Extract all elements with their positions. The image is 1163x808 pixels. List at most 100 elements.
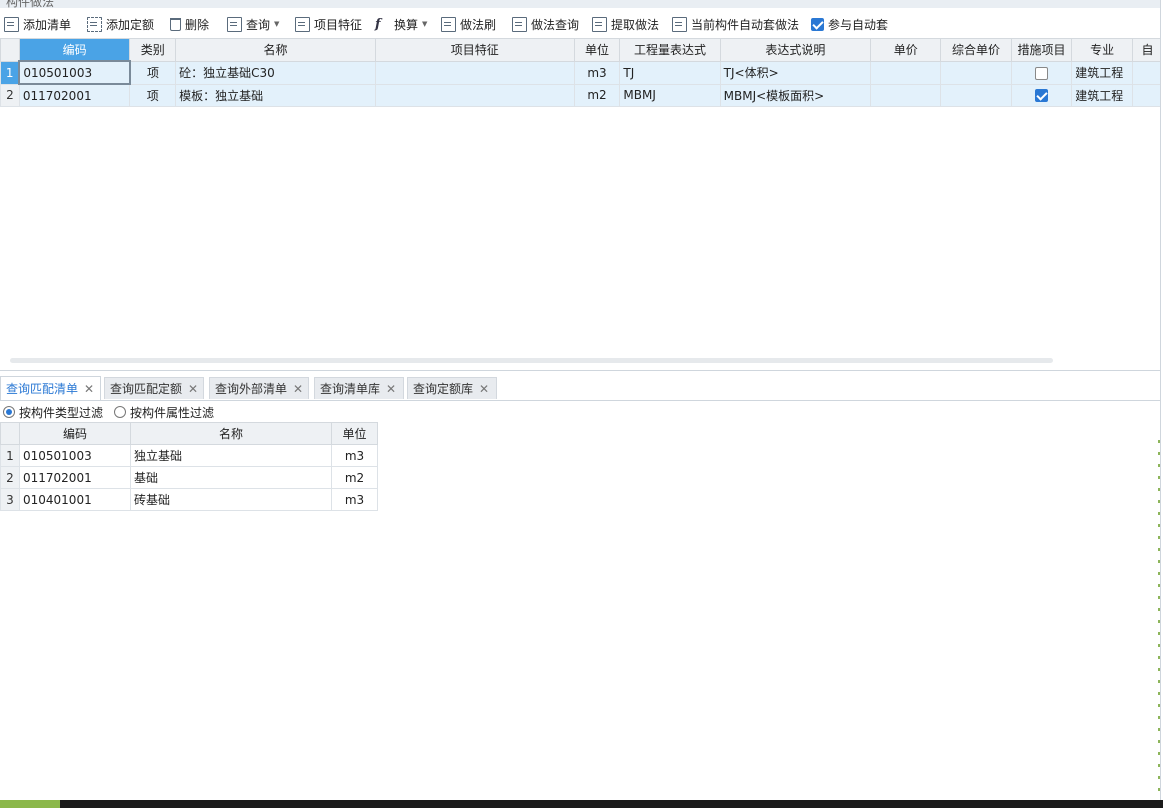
current-auto-set-label: 当前构件自动套做法 <box>691 17 800 32</box>
cell-code[interactable]: 010401001 <box>19 488 131 511</box>
current-auto-set-button[interactable]: 当前构件自动套做法 <box>672 14 799 34</box>
cell-extra[interactable] <box>1132 83 1163 107</box>
query-dropdown-button[interactable]: 查询 ▼ <box>227 14 279 34</box>
row-number[interactable]: 3 <box>0 488 20 511</box>
column-header-feature[interactable]: 项目特征 <box>374 38 575 62</box>
filter-by-type-radio[interactable]: 按构件类型过滤 <box>3 404 103 421</box>
cell-name[interactable]: 模板：独立基础 <box>175 83 376 107</box>
cell-expr-desc[interactable]: MBMJ<模板面积> <box>719 83 872 107</box>
checkbox-unchecked-icon[interactable] <box>1034 66 1048 80</box>
column-header-total-price[interactable]: 综合单价 <box>940 38 1012 62</box>
cell-measure[interactable] <box>1010 60 1073 85</box>
column-header-extra[interactable]: 自 <box>1132 38 1163 62</box>
tab-quota-library[interactable]: 查询定额库 ✕ <box>407 377 497 399</box>
corner-cell[interactable] <box>0 38 20 62</box>
cell-name[interactable]: 砖基础 <box>130 488 332 511</box>
cell-name[interactable]: 基础 <box>130 466 332 489</box>
tab-divider <box>0 400 1163 401</box>
tab-match-quota[interactable]: 查询匹配定额 ✕ <box>104 377 204 399</box>
cell-feature[interactable] <box>374 60 575 85</box>
close-icon[interactable]: ✕ <box>479 382 489 396</box>
column-header-unit[interactable]: 单位 <box>331 422 378 445</box>
filter-by-attr-radio[interactable]: 按构件属性过滤 <box>114 404 214 421</box>
tab-external-list[interactable]: 查询外部清单 ✕ <box>209 377 309 399</box>
cell-type[interactable]: 项 <box>129 60 177 85</box>
delete-button[interactable]: 删除 <box>170 14 209 34</box>
method-query-button[interactable]: 做法查询 <box>512 14 579 34</box>
cell-price[interactable] <box>870 83 942 107</box>
panel-title: 构件做法 <box>0 0 1163 8</box>
close-icon[interactable]: ✕ <box>84 382 94 396</box>
cell-code[interactable]: 010501003 <box>19 444 131 467</box>
column-header-unit[interactable]: 单位 <box>573 38 621 62</box>
cell-name[interactable]: 砼：独立基础C30 <box>175 60 376 85</box>
cell-major[interactable]: 建筑工程 <box>1071 60 1134 85</box>
cell-measure[interactable] <box>1010 83 1073 107</box>
convert-dropdown-button[interactable]: f 换算 ▼ <box>375 14 427 34</box>
cell-unit[interactable]: m3 <box>331 488 378 511</box>
column-header-measure[interactable]: 措施项目 <box>1010 38 1073 62</box>
function-icon: f <box>375 16 381 32</box>
query-tabs: 查询匹配清单 ✕ 查询匹配定额 ✕ 查询外部清单 ✕ 查询清单库 ✕ 查询定额库 ✕ <box>0 370 1163 403</box>
cell-feature[interactable] <box>374 83 575 107</box>
row-number[interactable]: 1 <box>0 60 20 85</box>
close-icon[interactable]: ✕ <box>293 382 303 396</box>
cell-major[interactable]: 建筑工程 <box>1071 83 1134 107</box>
table-row[interactable]: 2 011702001 基础 m2 <box>0 466 378 489</box>
add-list-button[interactable]: 添加清单 <box>4 14 71 34</box>
cell-expr-desc[interactable]: TJ<体积> <box>719 60 872 85</box>
cad-gridline <box>1158 440 1160 800</box>
corner-cell[interactable] <box>0 422 20 445</box>
cell-total-price[interactable] <box>940 83 1012 107</box>
table-row[interactable]: 3 010401001 砖基础 m3 <box>0 488 378 511</box>
column-header-code[interactable]: 编码 <box>18 38 131 62</box>
horizontal-scrollbar[interactable] <box>10 358 1053 363</box>
row-number[interactable]: 2 <box>0 83 20 107</box>
item-feature-label: 项目特征 <box>314 17 363 32</box>
item-feature-button[interactable]: 项目特征 <box>295 14 362 34</box>
cell-code[interactable]: 010501003 <box>18 60 131 85</box>
column-header-name[interactable]: 名称 <box>175 38 376 62</box>
row-number[interactable]: 2 <box>0 466 20 489</box>
method-brush-button[interactable]: 做法刷 <box>441 14 496 34</box>
close-icon[interactable]: ✕ <box>386 382 396 396</box>
cell-total-price[interactable] <box>940 60 1012 85</box>
add-quota-button[interactable]: 添加定额 <box>87 14 154 34</box>
tab-match-list[interactable]: 查询匹配清单 ✕ <box>0 376 101 400</box>
tab-label: 查询定额库 <box>413 382 474 396</box>
cell-expr[interactable]: TJ <box>619 60 721 85</box>
cell-name[interactable]: 独立基础 <box>130 444 332 467</box>
table-row[interactable]: 2 011702001 项 模板：独立基础 m2 MBMJ MBMJ<模板面积>… <box>0 83 1163 107</box>
row-number[interactable]: 1 <box>0 444 20 467</box>
column-header-name[interactable]: 名称 <box>130 422 332 445</box>
trash-icon <box>170 17 181 31</box>
brush-icon <box>441 16 456 32</box>
cell-code[interactable]: 011702001 <box>19 466 131 489</box>
cell-expr[interactable]: MBMJ <box>619 83 721 107</box>
chevron-down-icon: ▼ <box>274 20 280 28</box>
tab-list-library[interactable]: 查询清单库 ✕ <box>314 377 404 399</box>
table-row[interactable]: 1 010501003 独立基础 m3 <box>0 444 378 467</box>
column-header-type[interactable]: 类别 <box>129 38 177 62</box>
table-row[interactable]: 1 010501003 项 砼：独立基础C30 m3 TJ TJ<体积> 建筑工… <box>0 60 1163 85</box>
column-header-expr-desc[interactable]: 表达式说明 <box>719 38 872 62</box>
column-header-price[interactable]: 单价 <box>870 38 942 62</box>
cell-code[interactable]: 011702001 <box>18 83 131 107</box>
join-auto-set-checkbox[interactable]: 参与自动套 <box>811 14 888 34</box>
tab-label: 查询外部清单 <box>215 382 288 396</box>
radio-selected-icon <box>3 406 15 418</box>
cell-price[interactable] <box>870 60 942 85</box>
column-header-major[interactable]: 专业 <box>1071 38 1134 62</box>
close-icon[interactable]: ✕ <box>188 382 198 396</box>
cell-unit[interactable]: m3 <box>331 444 378 467</box>
column-header-expr[interactable]: 工程量表达式 <box>619 38 721 62</box>
extract-method-button[interactable]: 提取做法 <box>592 14 659 34</box>
cell-type[interactable]: 项 <box>129 83 177 107</box>
join-auto-set-label: 参与自动套 <box>828 17 889 32</box>
cell-unit[interactable]: m3 <box>573 60 621 85</box>
cell-unit[interactable]: m2 <box>573 83 621 107</box>
cell-extra[interactable] <box>1132 60 1163 85</box>
checkbox-checked-icon[interactable] <box>1034 89 1048 103</box>
column-header-code[interactable]: 编码 <box>19 422 131 445</box>
cell-unit[interactable]: m2 <box>331 466 378 489</box>
